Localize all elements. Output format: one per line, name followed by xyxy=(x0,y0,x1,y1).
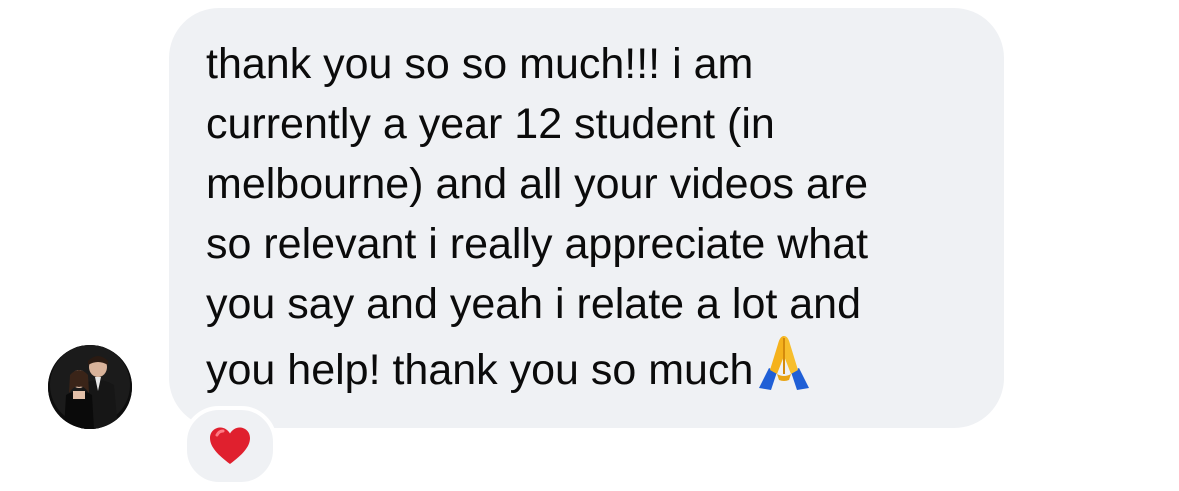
message-line: you help! thank you so much xyxy=(206,346,754,394)
message-line: thank you so so much!!! i am xyxy=(206,40,754,88)
message-line: melbourne) and all your videos are xyxy=(206,160,869,208)
avatar-photo xyxy=(48,345,132,429)
message-line: so relevant i really appreciate what xyxy=(206,220,869,268)
message-line: you say and yeah i relate a lot and xyxy=(206,280,861,328)
folded-hands-icon xyxy=(755,334,813,406)
message-line: currently a year 12 student (in xyxy=(206,100,775,148)
sender-avatar[interactable] xyxy=(48,345,132,429)
message-bubble[interactable]: thank you so so much!!! i am currently a… xyxy=(169,8,1004,428)
message-text: thank you so so much!!! i am currently a… xyxy=(206,34,1004,406)
red-heart-icon xyxy=(210,427,250,464)
reaction-badge[interactable] xyxy=(183,406,277,486)
chat-message-row: thank you so so much!!! i am currently a… xyxy=(0,0,1179,491)
